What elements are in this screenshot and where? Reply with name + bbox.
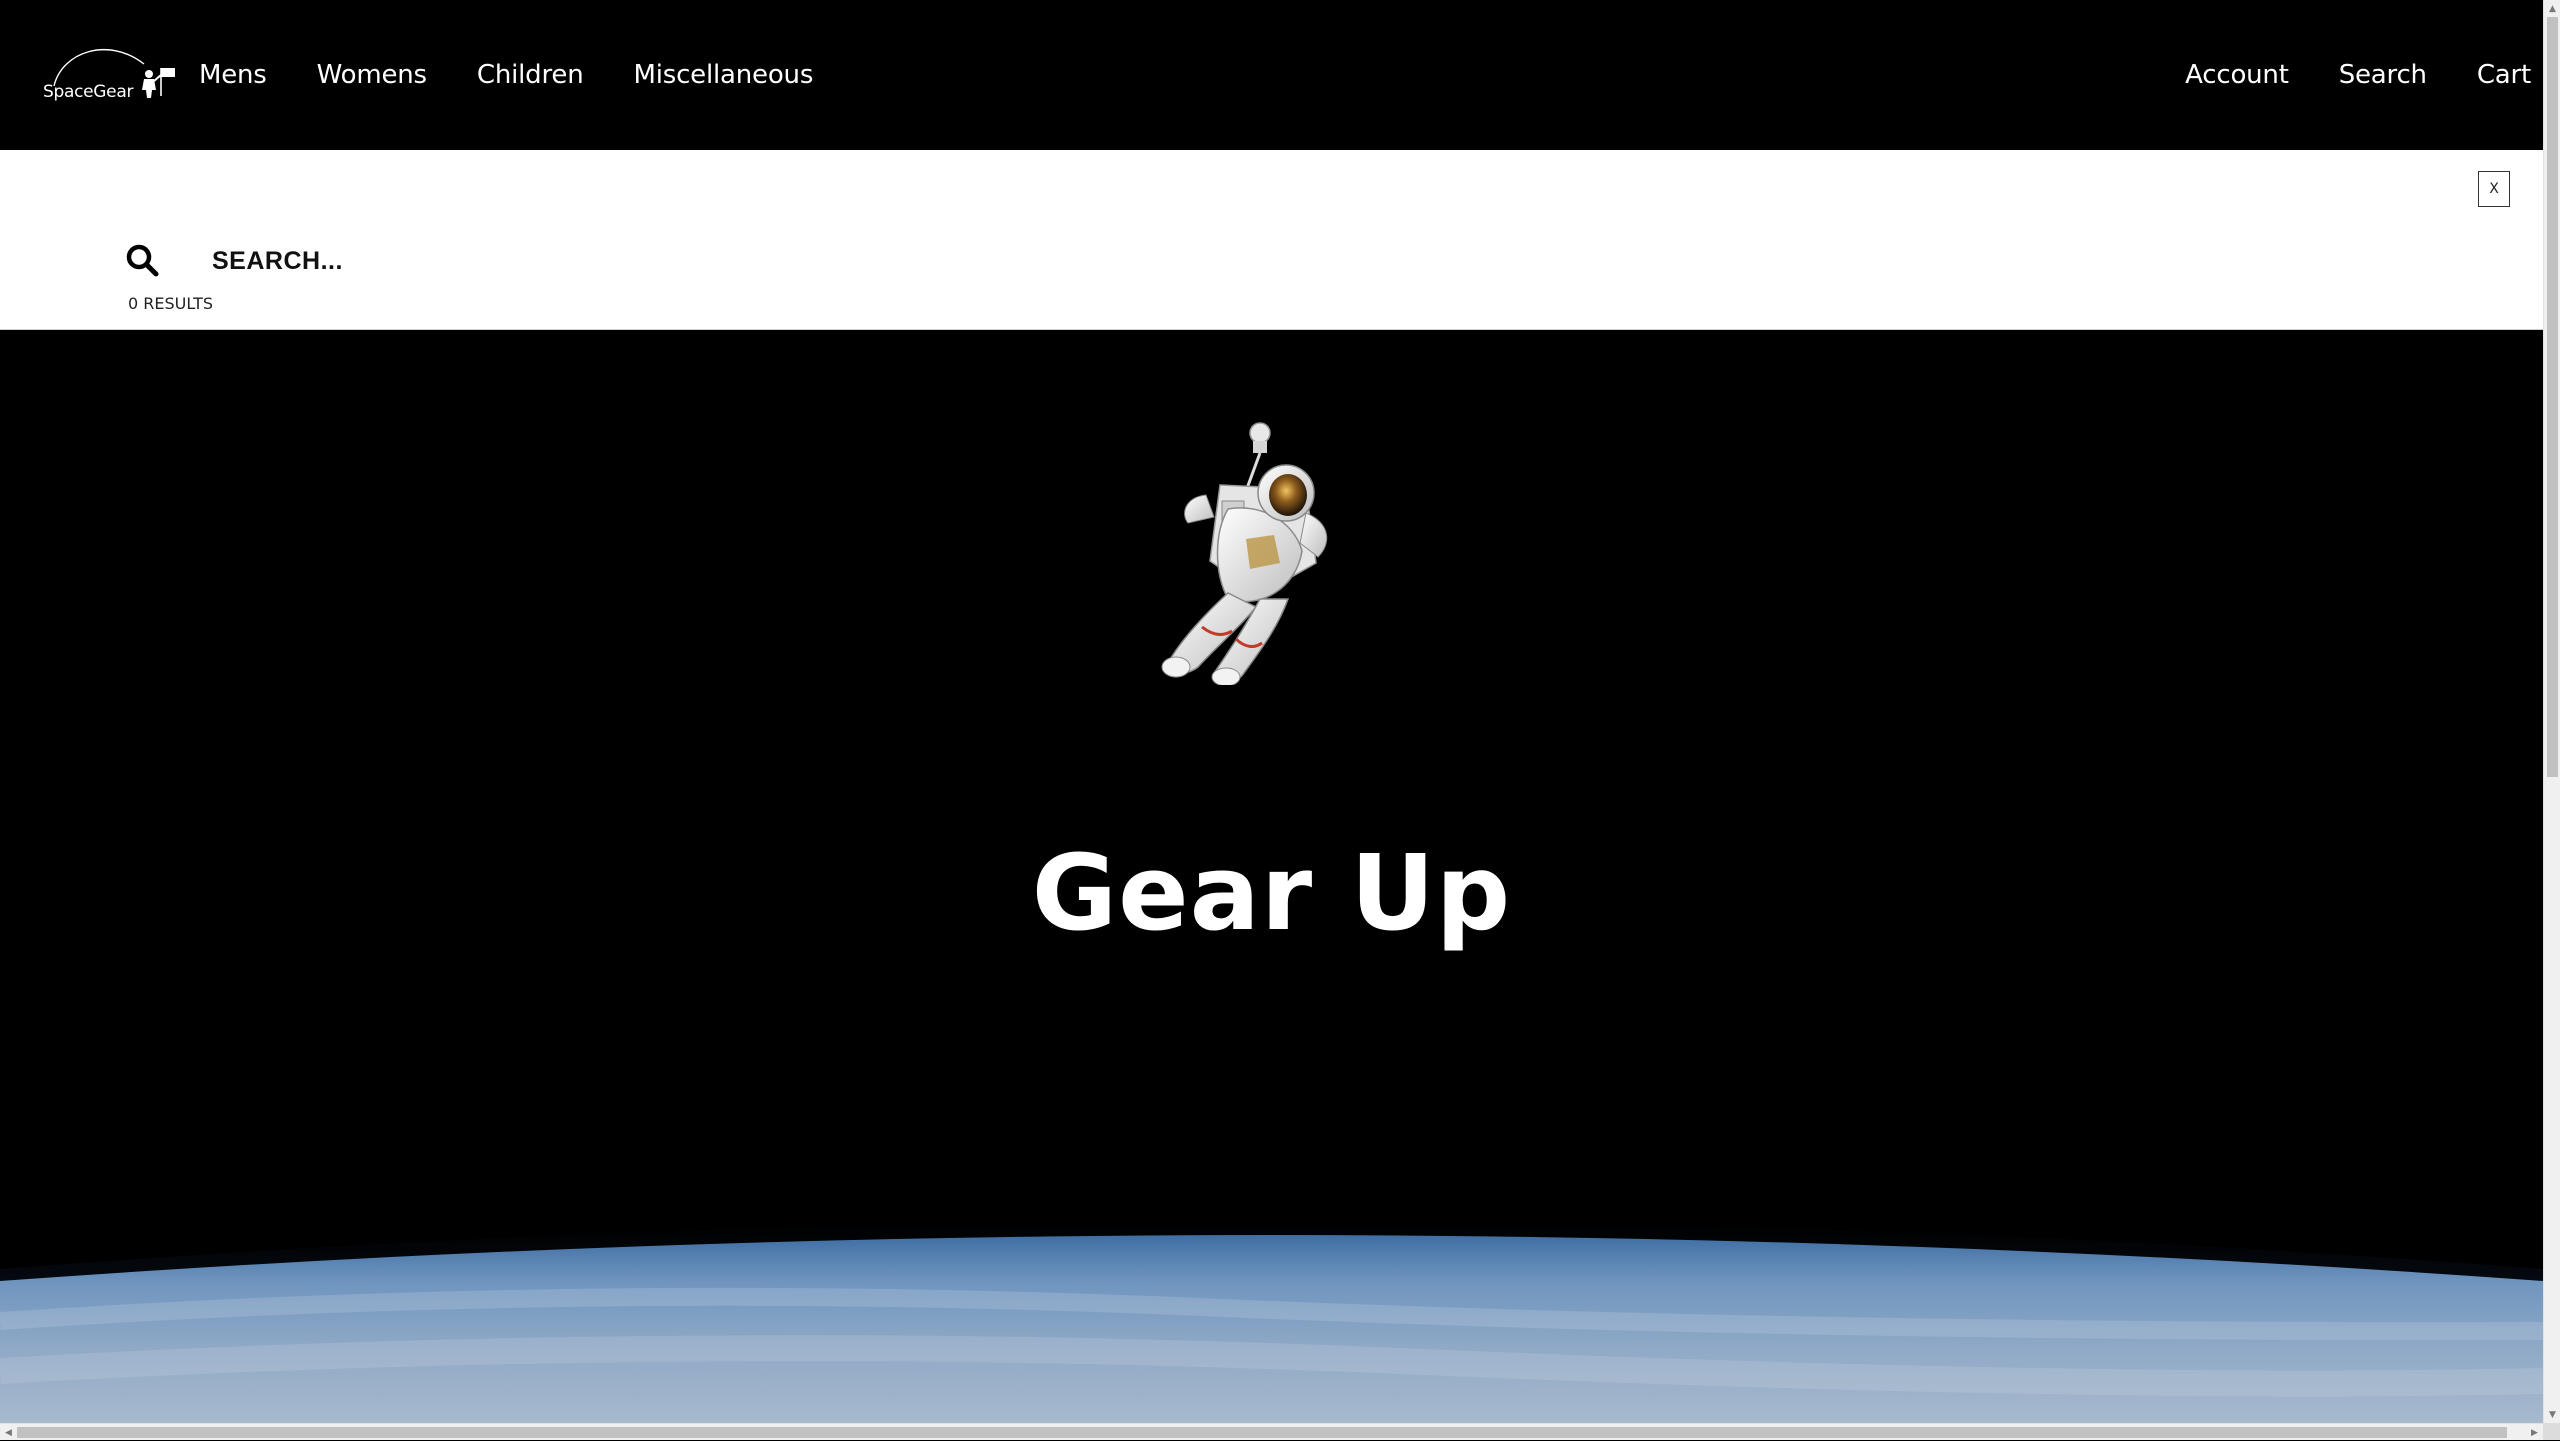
vertical-scroll-thumb[interactable]: [2547, 17, 2558, 777]
site-header: SpaceGear Mens Womens Children Miscellan…: [0, 0, 2543, 150]
scroll-down-arrow-icon[interactable]: ▼: [2544, 1406, 2560, 1423]
search-icon: [125, 243, 159, 277]
nav-link-mens[interactable]: Mens: [199, 60, 267, 90]
nav-link-children[interactable]: Children: [477, 60, 584, 90]
horizontal-scrollbar[interactable]: ◀ ▶: [0, 1423, 2543, 1440]
logo-text: SpaceGear: [43, 82, 134, 102]
nav-link-miscellaneous[interactable]: Miscellaneous: [633, 60, 813, 90]
scroll-right-arrow-icon[interactable]: ▶: [2526, 1424, 2543, 1441]
scroll-left-arrow-icon[interactable]: ◀: [0, 1424, 17, 1441]
utility-nav: Account Search Cart: [2185, 0, 2543, 150]
hero-banner: Gear Up: [0, 331, 2543, 1423]
nav-link-account[interactable]: Account: [2185, 60, 2289, 90]
nav-link-womens[interactable]: Womens: [317, 60, 427, 90]
search-panel: X 0 RESULTS: [0, 150, 2543, 330]
close-search-button[interactable]: X: [2478, 171, 2510, 207]
main-nav: Mens Womens Children Miscellaneous: [199, 0, 813, 150]
search-input[interactable]: [212, 236, 1412, 286]
earth-horizon-image: [0, 1211, 2543, 1423]
astronaut-image: [1110, 413, 1350, 685]
logo-link[interactable]: SpaceGear: [40, 38, 176, 108]
page: SpaceGear Mens Womens Children Miscellan…: [0, 0, 2543, 1423]
vertical-scrollbar[interactable]: ▲ ▼: [2543, 0, 2560, 1423]
close-icon: X: [2489, 181, 2499, 197]
nav-link-cart[interactable]: Cart: [2477, 60, 2531, 90]
scrollbar-corner: [2543, 1423, 2560, 1440]
nav-link-search[interactable]: Search: [2339, 60, 2427, 90]
hero-title: Gear Up: [1031, 832, 1512, 954]
horizontal-scroll-thumb[interactable]: [17, 1427, 2507, 1438]
results-count: 0 RESULTS: [128, 294, 213, 313]
scroll-up-arrow-icon[interactable]: ▲: [2544, 0, 2560, 17]
